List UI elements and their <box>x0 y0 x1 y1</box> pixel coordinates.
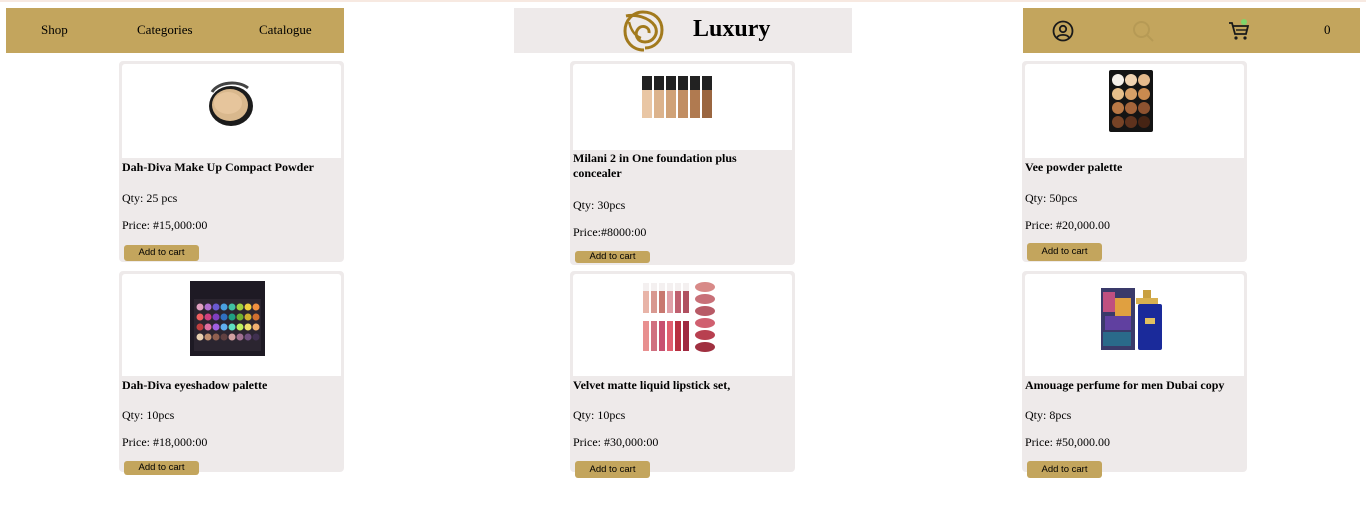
powder-palette-image[interactable] <box>1109 70 1153 132</box>
product-image-box <box>573 64 792 150</box>
nav-categories-link[interactable]: Categories <box>137 22 193 38</box>
product-card: Dah-Diva Make Up Compact Powder Qty: 25 … <box>119 61 344 262</box>
product-card: Amouage perfume for men Dubai copy Qty: … <box>1022 271 1247 478</box>
add-to-cart-button[interactable]: Add to cart <box>575 251 650 263</box>
product-price: Price: #20,000.00 <box>1025 218 1110 232</box>
product-price: Price:#8000:00 <box>573 225 647 239</box>
perfume-image[interactable] <box>1101 288 1163 352</box>
product-qty: Qty: 8pcs <box>1025 408 1072 422</box>
product-title: Dah-Diva Make Up Compact Powder <box>122 160 314 174</box>
top-border <box>0 0 1366 2</box>
product-price: Price: #30,000:00 <box>573 435 659 449</box>
product-qty: Qty: 10pcs <box>122 408 175 422</box>
search-icon[interactable] <box>1131 19 1155 43</box>
product-qty: Qty: 50pcs <box>1025 191 1078 205</box>
product-image-box <box>573 274 792 376</box>
nav-shop-link[interactable]: Shop <box>41 22 68 38</box>
main-nav: Shop Categories Catalogue <box>6 8 344 53</box>
product-title: Dah-Diva eyeshadow palette <box>122 378 268 392</box>
product-price: Price: #50,000.00 <box>1025 435 1110 449</box>
nav-catalogue-link[interactable]: Catalogue <box>259 22 312 38</box>
user-icon[interactable] <box>1051 19 1075 43</box>
product-image-box <box>122 64 341 158</box>
add-to-cart-button[interactable]: Add to cart <box>124 461 199 475</box>
cart-count: 0 <box>1324 22 1331 37</box>
product-card: Velvet matte liquid lipstick set, Qty: 1… <box>570 271 795 478</box>
brand-name: Luxury <box>693 16 771 42</box>
product-card: Milani 2 in One foundation plus conceale… <box>570 61 795 265</box>
add-to-cart-button[interactable]: Add to cart <box>575 461 650 478</box>
product-price: Price: #18,000:00 <box>122 435 208 449</box>
product-qty: Qty: 25 pcs <box>122 191 178 205</box>
lipstick-set-image[interactable] <box>641 281 717 357</box>
product-qty: Qty: 10pcs <box>573 408 626 422</box>
product-title: Amouage perfume for men Dubai copy <box>1025 378 1225 392</box>
product-image-box <box>1025 274 1244 376</box>
cart-notification-dot <box>1241 19 1247 25</box>
product-image-box <box>1025 64 1244 158</box>
product-price: Price: #15,000:00 <box>122 218 208 232</box>
foundation-bottles-image[interactable] <box>641 74 715 120</box>
product-qty: Qty: 30pcs <box>573 198 626 212</box>
brand-header[interactable]: Luxury <box>514 8 852 53</box>
header-actions: 0 <box>1023 8 1360 53</box>
product-title: Vee powder palette <box>1025 160 1123 174</box>
product-card: Dah-Diva eyeshadow palette Qty: 10pcs Pr… <box>119 271 344 475</box>
product-title: Milani 2 in One foundation plus conceale… <box>573 151 737 180</box>
add-to-cart-button[interactable]: Add to cart <box>1027 243 1102 261</box>
add-to-cart-button[interactable]: Add to cart <box>1027 461 1102 478</box>
eyeshadow-palette-image[interactable] <box>190 281 265 356</box>
rose-logo-icon <box>623 10 664 52</box>
cart-icon[interactable] <box>1227 19 1251 43</box>
product-card: Vee powder palette Qty: 50pcs Price: #20… <box>1022 61 1247 262</box>
product-title: Velvet matte liquid lipstick set, <box>573 378 731 392</box>
compact-powder-image[interactable] <box>204 76 258 130</box>
product-image-box <box>122 274 341 376</box>
add-to-cart-button[interactable]: Add to cart <box>124 245 199 261</box>
